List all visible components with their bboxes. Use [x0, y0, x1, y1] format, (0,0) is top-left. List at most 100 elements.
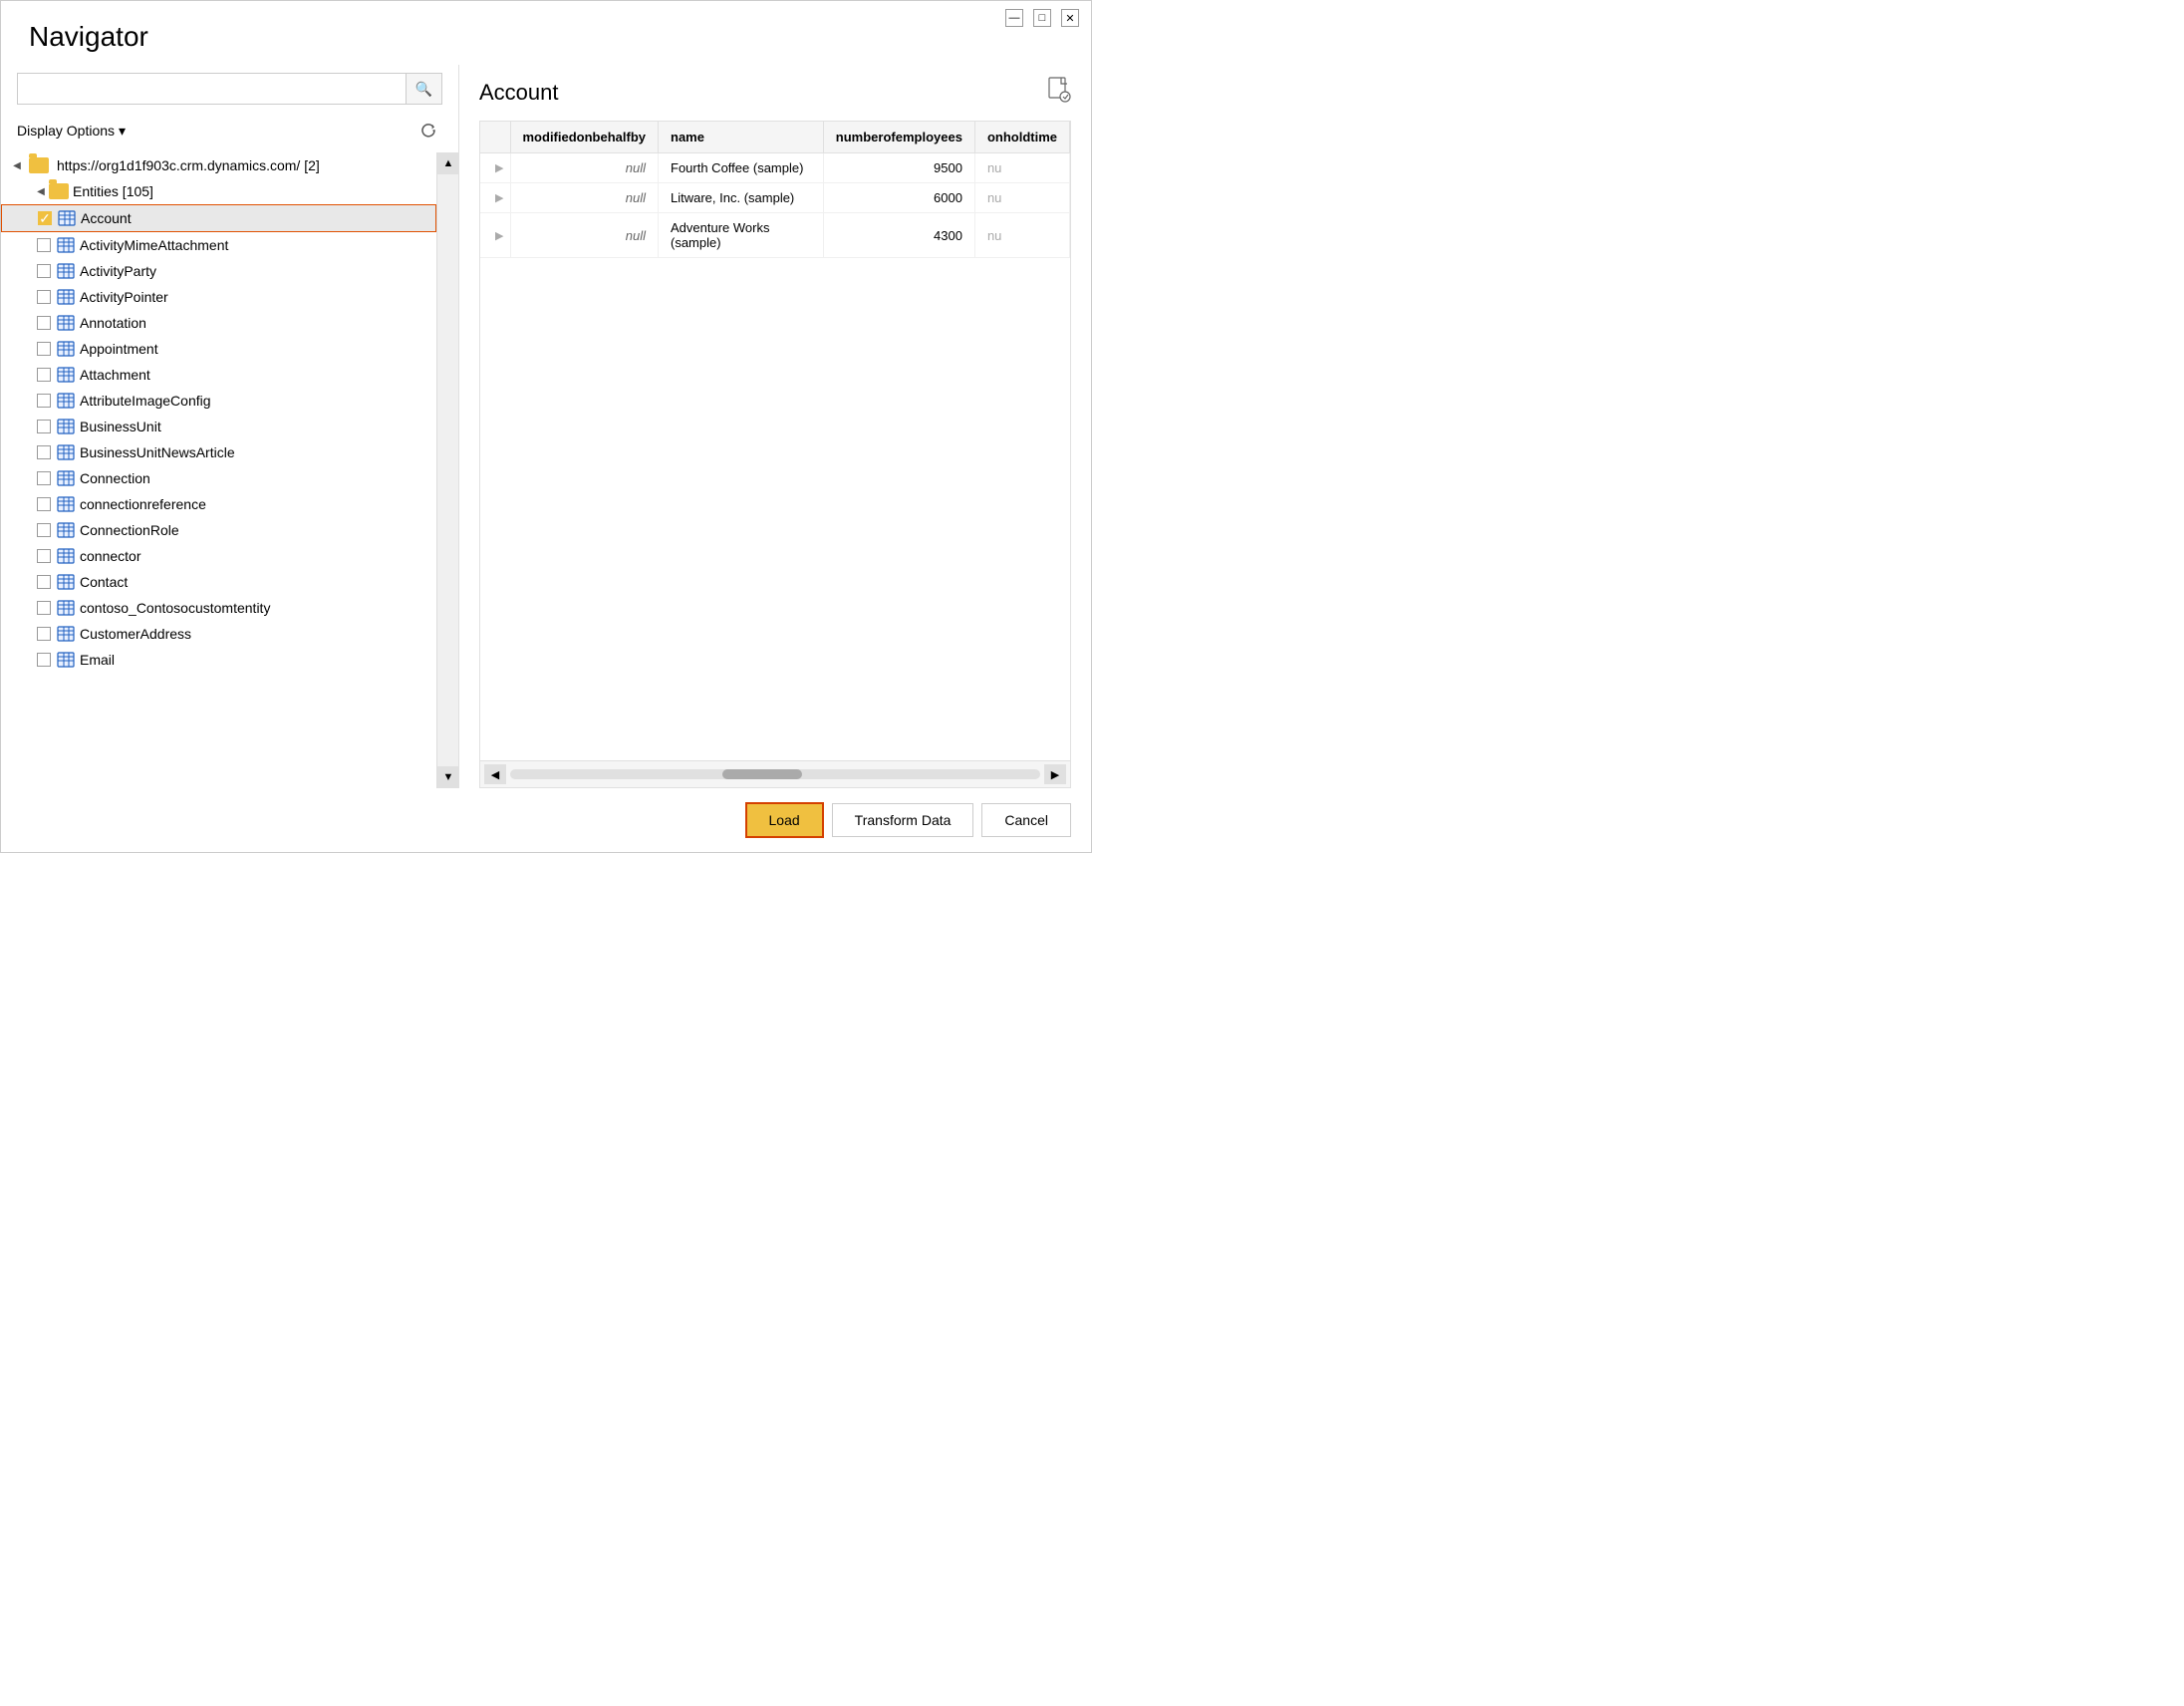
entity-item-businessunit[interactable]: BusinessUnit	[1, 414, 436, 439]
close-button[interactable]: ✕	[1061, 9, 1079, 27]
entity-name-businessunitnewsarticle: BusinessUnitNewsArticle	[80, 444, 235, 460]
checkbox-appointment[interactable]	[37, 342, 51, 356]
row-num-1: ▶	[480, 153, 510, 183]
entities-collapse-icon[interactable]: ◀	[33, 183, 49, 199]
root-collapse-icon[interactable]: ◀	[9, 157, 25, 173]
checkbox-annotation[interactable]	[37, 316, 51, 330]
table-icon-activityparty	[57, 263, 75, 279]
checkbox-businessunit[interactable]	[37, 420, 51, 433]
entity-item-customeraddress[interactable]: CustomerAddress	[1, 621, 436, 647]
search-input[interactable]	[17, 73, 407, 105]
entity-name-email: Email	[80, 652, 115, 668]
table-icon-businessunitnewsarticle	[57, 444, 75, 460]
checkbox-connectionreference[interactable]	[37, 497, 51, 511]
checkbox-customeraddress[interactable]	[37, 627, 51, 641]
entity-name-account: Account	[81, 210, 132, 226]
entity-name-appointment: Appointment	[80, 341, 158, 357]
title-bar: — □ ✕	[993, 1, 1091, 35]
entity-item-activitypointer[interactable]: ActivityPointer	[1, 284, 436, 310]
preview-file-icon	[1047, 77, 1071, 109]
checkbox-activityparty[interactable]	[37, 264, 51, 278]
row-num-2: ▶	[480, 183, 510, 213]
entity-item-connectionrole[interactable]: ConnectionRole	[1, 517, 436, 543]
preview-title-text: Account	[479, 80, 559, 106]
table-icon-customeraddress	[57, 626, 75, 642]
checkbox-connectionrole[interactable]	[37, 523, 51, 537]
entity-item-businessunitnewsarticle[interactable]: BusinessUnitNewsArticle	[1, 439, 436, 465]
col-header-numberofemployees: numberofemployees	[823, 122, 974, 153]
entity-item-attributeimageconfig[interactable]: AttributeImageConfig	[1, 388, 436, 414]
entity-name-attachment: Attachment	[80, 367, 150, 383]
search-button[interactable]: 🔍	[407, 73, 442, 105]
scroll-right-button[interactable]: ▶	[1044, 764, 1066, 784]
tree-root-item[interactable]: ◀ https://org1d1f903c.crm.dynamics.com/ …	[1, 152, 436, 178]
checkbox-businessunitnewsarticle[interactable]	[37, 445, 51, 459]
entity-item-email[interactable]: Email	[1, 647, 436, 673]
load-button[interactable]: Load	[745, 802, 824, 838]
checkbox-contosocustomtentity[interactable]	[37, 601, 51, 615]
checkbox-attributeimageconfig[interactable]	[37, 394, 51, 408]
entity-item-connector[interactable]: connector	[1, 543, 436, 569]
entities-folder-item[interactable]: ◀ Entities [105]	[1, 178, 436, 204]
search-row: 🔍	[1, 65, 458, 113]
scroll-down-button[interactable]: ▼	[437, 766, 458, 788]
checkbox-activitymimeattachment[interactable]	[37, 238, 51, 252]
table-icon-activitymimeattachment	[57, 237, 75, 253]
checkbox-connection[interactable]	[37, 471, 51, 485]
entity-item-activitymimeattachment[interactable]: ActivityMimeAttachment	[1, 232, 436, 258]
cell-employees-2: 6000	[823, 183, 974, 213]
table-icon-annotation	[57, 315, 75, 331]
entity-name-customeraddress: CustomerAddress	[80, 626, 191, 642]
h-scroll-thumb	[722, 769, 802, 779]
cell-onholdtime-3: nu	[974, 213, 1069, 258]
entity-item-account[interactable]: ✓ Account	[1, 204, 436, 232]
entity-item-connectionreference[interactable]: connectionreference	[1, 491, 436, 517]
tree-scroll-bar: ▲ ▼	[436, 152, 458, 788]
cell-name-1: Fourth Coffee (sample)	[659, 153, 824, 183]
col-header-rownum	[480, 122, 510, 153]
display-options-arrow: ▾	[119, 123, 126, 140]
maximize-button[interactable]: □	[1033, 9, 1051, 27]
entity-item-contact[interactable]: Contact	[1, 569, 436, 595]
checkbox-contact[interactable]	[37, 575, 51, 589]
h-scroll-track	[510, 769, 1040, 779]
checkbox-activitypointer[interactable]	[37, 290, 51, 304]
preview-table-container: modifiedonbehalfby name numberofemployee…	[479, 121, 1071, 760]
table-icon-connection	[57, 470, 75, 486]
cell-onholdtime-1: nu	[974, 153, 1069, 183]
entity-item-appointment[interactable]: Appointment	[1, 336, 436, 362]
entity-item-contosocustomtentity[interactable]: contoso_Contosocustomtentity	[1, 595, 436, 621]
entity-name-contact: Contact	[80, 574, 128, 590]
entity-item-connection[interactable]: Connection	[1, 465, 436, 491]
table-row: ▶ null Litware, Inc. (sample) 6000 nu	[480, 183, 1070, 213]
entity-name-activityparty: ActivityParty	[80, 263, 156, 279]
refresh-button[interactable]	[414, 117, 442, 144]
root-url-label: https://org1d1f903c.crm.dynamics.com/ [2…	[57, 157, 320, 173]
table-icon-appointment	[57, 341, 75, 357]
scroll-up-button[interactable]: ▲	[437, 152, 458, 174]
cancel-button[interactable]: Cancel	[981, 803, 1071, 837]
entity-name-connection: Connection	[80, 470, 150, 486]
preview-title-row: Account	[479, 77, 1071, 109]
entity-name-connector: connector	[80, 548, 140, 564]
entity-item-activityparty[interactable]: ActivityParty	[1, 258, 436, 284]
checkbox-attachment[interactable]	[37, 368, 51, 382]
row-num-3: ▶	[480, 213, 510, 258]
display-options-button[interactable]: Display Options ▾	[17, 123, 126, 140]
checkbox-email[interactable]	[37, 653, 51, 667]
scroll-left-button[interactable]: ◀	[484, 764, 506, 784]
entities-label: Entities [105]	[73, 183, 153, 199]
checkbox-account[interactable]: ✓	[38, 211, 52, 225]
transform-data-button[interactable]: Transform Data	[832, 803, 974, 837]
table-icon-activitypointer	[57, 289, 75, 305]
table-icon-contosocustomtentity	[57, 600, 75, 616]
minimize-button[interactable]: —	[1005, 9, 1023, 27]
table-icon-attachment	[57, 367, 75, 383]
entity-name-activitymimeattachment: ActivityMimeAttachment	[80, 237, 228, 253]
entity-item-annotation[interactable]: Annotation	[1, 310, 436, 336]
entity-name-activitypointer: ActivityPointer	[80, 289, 168, 305]
entity-name-connectionrole: ConnectionRole	[80, 522, 179, 538]
entity-item-attachment[interactable]: Attachment	[1, 362, 436, 388]
checkbox-connector[interactable]	[37, 549, 51, 563]
display-options-row: Display Options ▾	[1, 113, 458, 152]
